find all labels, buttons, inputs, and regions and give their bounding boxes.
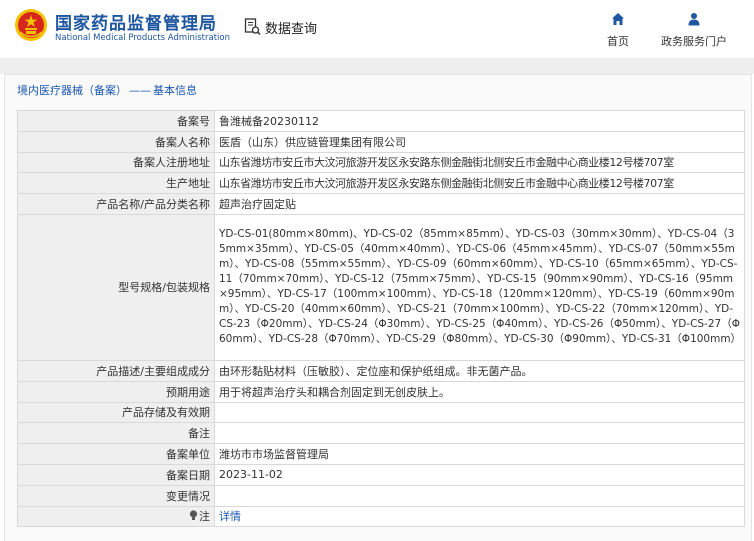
user-icon — [688, 13, 700, 26]
field-label: 备案人注册地址 — [17, 151, 215, 174]
note-label: 注 — [199, 510, 210, 524]
site-name-en[interactable]: National Medical Products Administration — [55, 33, 230, 43]
document-search-icon — [244, 18, 261, 36]
nav-gov-service-portal[interactable]: 政务服务门户 — [654, 12, 734, 49]
table-row: 备案人名称 医盾（山东）供应链管理集团有限公司 — [17, 130, 745, 153]
field-label: 产品名称/产品分类名称 — [17, 193, 215, 215]
field-value: YD-CS-01(80mm×80mm)、YD-CS-02（85mm×85mm）、… — [214, 213, 745, 361]
site-header: 国家药品监督管理局 National Medical Products Admi… — [0, 0, 754, 58]
table-row: 型号规格/包装规格 YD-CS-01(80mm×80mm)、YD-CS-02（8… — [17, 213, 745, 361]
home-icon — [612, 13, 624, 25]
nav-home-label: 首页 — [607, 35, 629, 48]
data-query-link[interactable]: 数据查询 — [244, 17, 317, 37]
national-emblem-icon — [15, 9, 47, 41]
field-value: 山东省潍坊市安丘市大汶河旅游开发区永安路东侧金融街北侧安丘市金融中心商业楼12号… — [214, 172, 745, 195]
field-label: 备案日期 — [17, 463, 215, 486]
field-value: 鲁潍械备20230112 — [214, 110, 745, 132]
breadcrumb-current: 基本信息 — [153, 84, 197, 97]
table-row: 备案单位 潍坊市市场监督管理局 — [17, 443, 745, 465]
field-label: 备注 — [17, 422, 215, 445]
details-link[interactable]: 详情 — [219, 510, 241, 523]
field-label: 变更情况 — [17, 484, 215, 507]
nav-gov-label: 政务服务门户 — [661, 35, 727, 48]
field-label: 型号规格/包装规格 — [17, 213, 215, 361]
field-value: 超声治疗固定贴 — [214, 193, 745, 215]
table-row: 产品描述/主要组成成分 由环形黏贴材料（压敏胶）、定位座和保护纸组成。非无菌产品… — [17, 359, 745, 382]
field-value: 潍坊市市场监督管理局 — [214, 443, 745, 465]
table-row: 备案号 鲁潍械备20230112 — [17, 110, 745, 132]
breadcrumb-category[interactable]: 境内医疗器械（备案） — [17, 84, 127, 97]
field-value: 2023-11-02 — [214, 463, 745, 486]
field-value — [214, 422, 745, 445]
site-name-cn[interactable]: 国家药品监督管理局 — [55, 9, 217, 34]
field-value — [214, 484, 745, 507]
field-value: 山东省潍坊市安丘市大汶河旅游开发区永安路东侧金融街北侧安丘市金融中心商业楼12号… — [214, 151, 745, 174]
table-row: 预期用途 用于将超声治疗头和耦合剂固定到无创皮肤上。 — [17, 380, 745, 403]
table-row: 备案人注册地址 山东省潍坊市安丘市大汶河旅游开发区永安路东侧金融街北侧安丘市金融… — [17, 151, 745, 174]
field-label: 产品描述/主要组成成分 — [17, 359, 215, 382]
breadcrumb: 境内医疗器械（备案） —— 基本信息 — [17, 82, 197, 98]
field-value — [214, 401, 745, 424]
field-value: 详情 — [214, 505, 745, 528]
detail-panel: 境内医疗器械（备案） —— 基本信息 备案号 鲁潍械备20230112 备案人名称 … — [4, 74, 752, 541]
field-label: 注 — [17, 505, 215, 528]
header-divider-bar — [0, 58, 754, 74]
field-value: 由环形黏贴材料（压敏胶）、定位座和保护纸组成。非无菌产品。 — [214, 359, 745, 382]
field-label: 备案单位 — [17, 443, 215, 465]
table-row: 备案日期 2023-11-02 — [17, 463, 745, 486]
field-label: 预期用途 — [17, 380, 215, 403]
data-query-label: 数据查询 — [265, 21, 318, 37]
table-row: 注 详情 — [17, 505, 745, 528]
table-row: 生产地址 山东省潍坊市安丘市大汶河旅游开发区永安路东侧金融街北侧安丘市金融中心商… — [17, 172, 745, 195]
lightbulb-icon — [189, 510, 198, 521]
field-label: 备案号 — [17, 110, 215, 132]
table-row: 备注 — [17, 422, 745, 445]
breadcrumb-separator: —— — [129, 84, 151, 97]
field-value: 用于将超声治疗头和耦合剂固定到无创皮肤上。 — [214, 380, 745, 403]
field-label: 产品存储及有效期 — [17, 401, 215, 424]
table-row: 产品名称/产品分类名称 超声治疗固定贴 — [17, 193, 745, 215]
field-label: 备案人名称 — [17, 130, 215, 153]
table-row: 变更情况 — [17, 484, 745, 507]
nav-home[interactable]: 首页 — [578, 12, 658, 49]
detail-table: 备案号 鲁潍械备20230112 备案人名称 医盾（山东）供应链管理集团有限公司… — [17, 110, 745, 528]
field-value: 医盾（山东）供应链管理集团有限公司 — [214, 130, 745, 153]
field-label: 生产地址 — [17, 172, 215, 195]
table-row: 产品存储及有效期 — [17, 401, 745, 424]
